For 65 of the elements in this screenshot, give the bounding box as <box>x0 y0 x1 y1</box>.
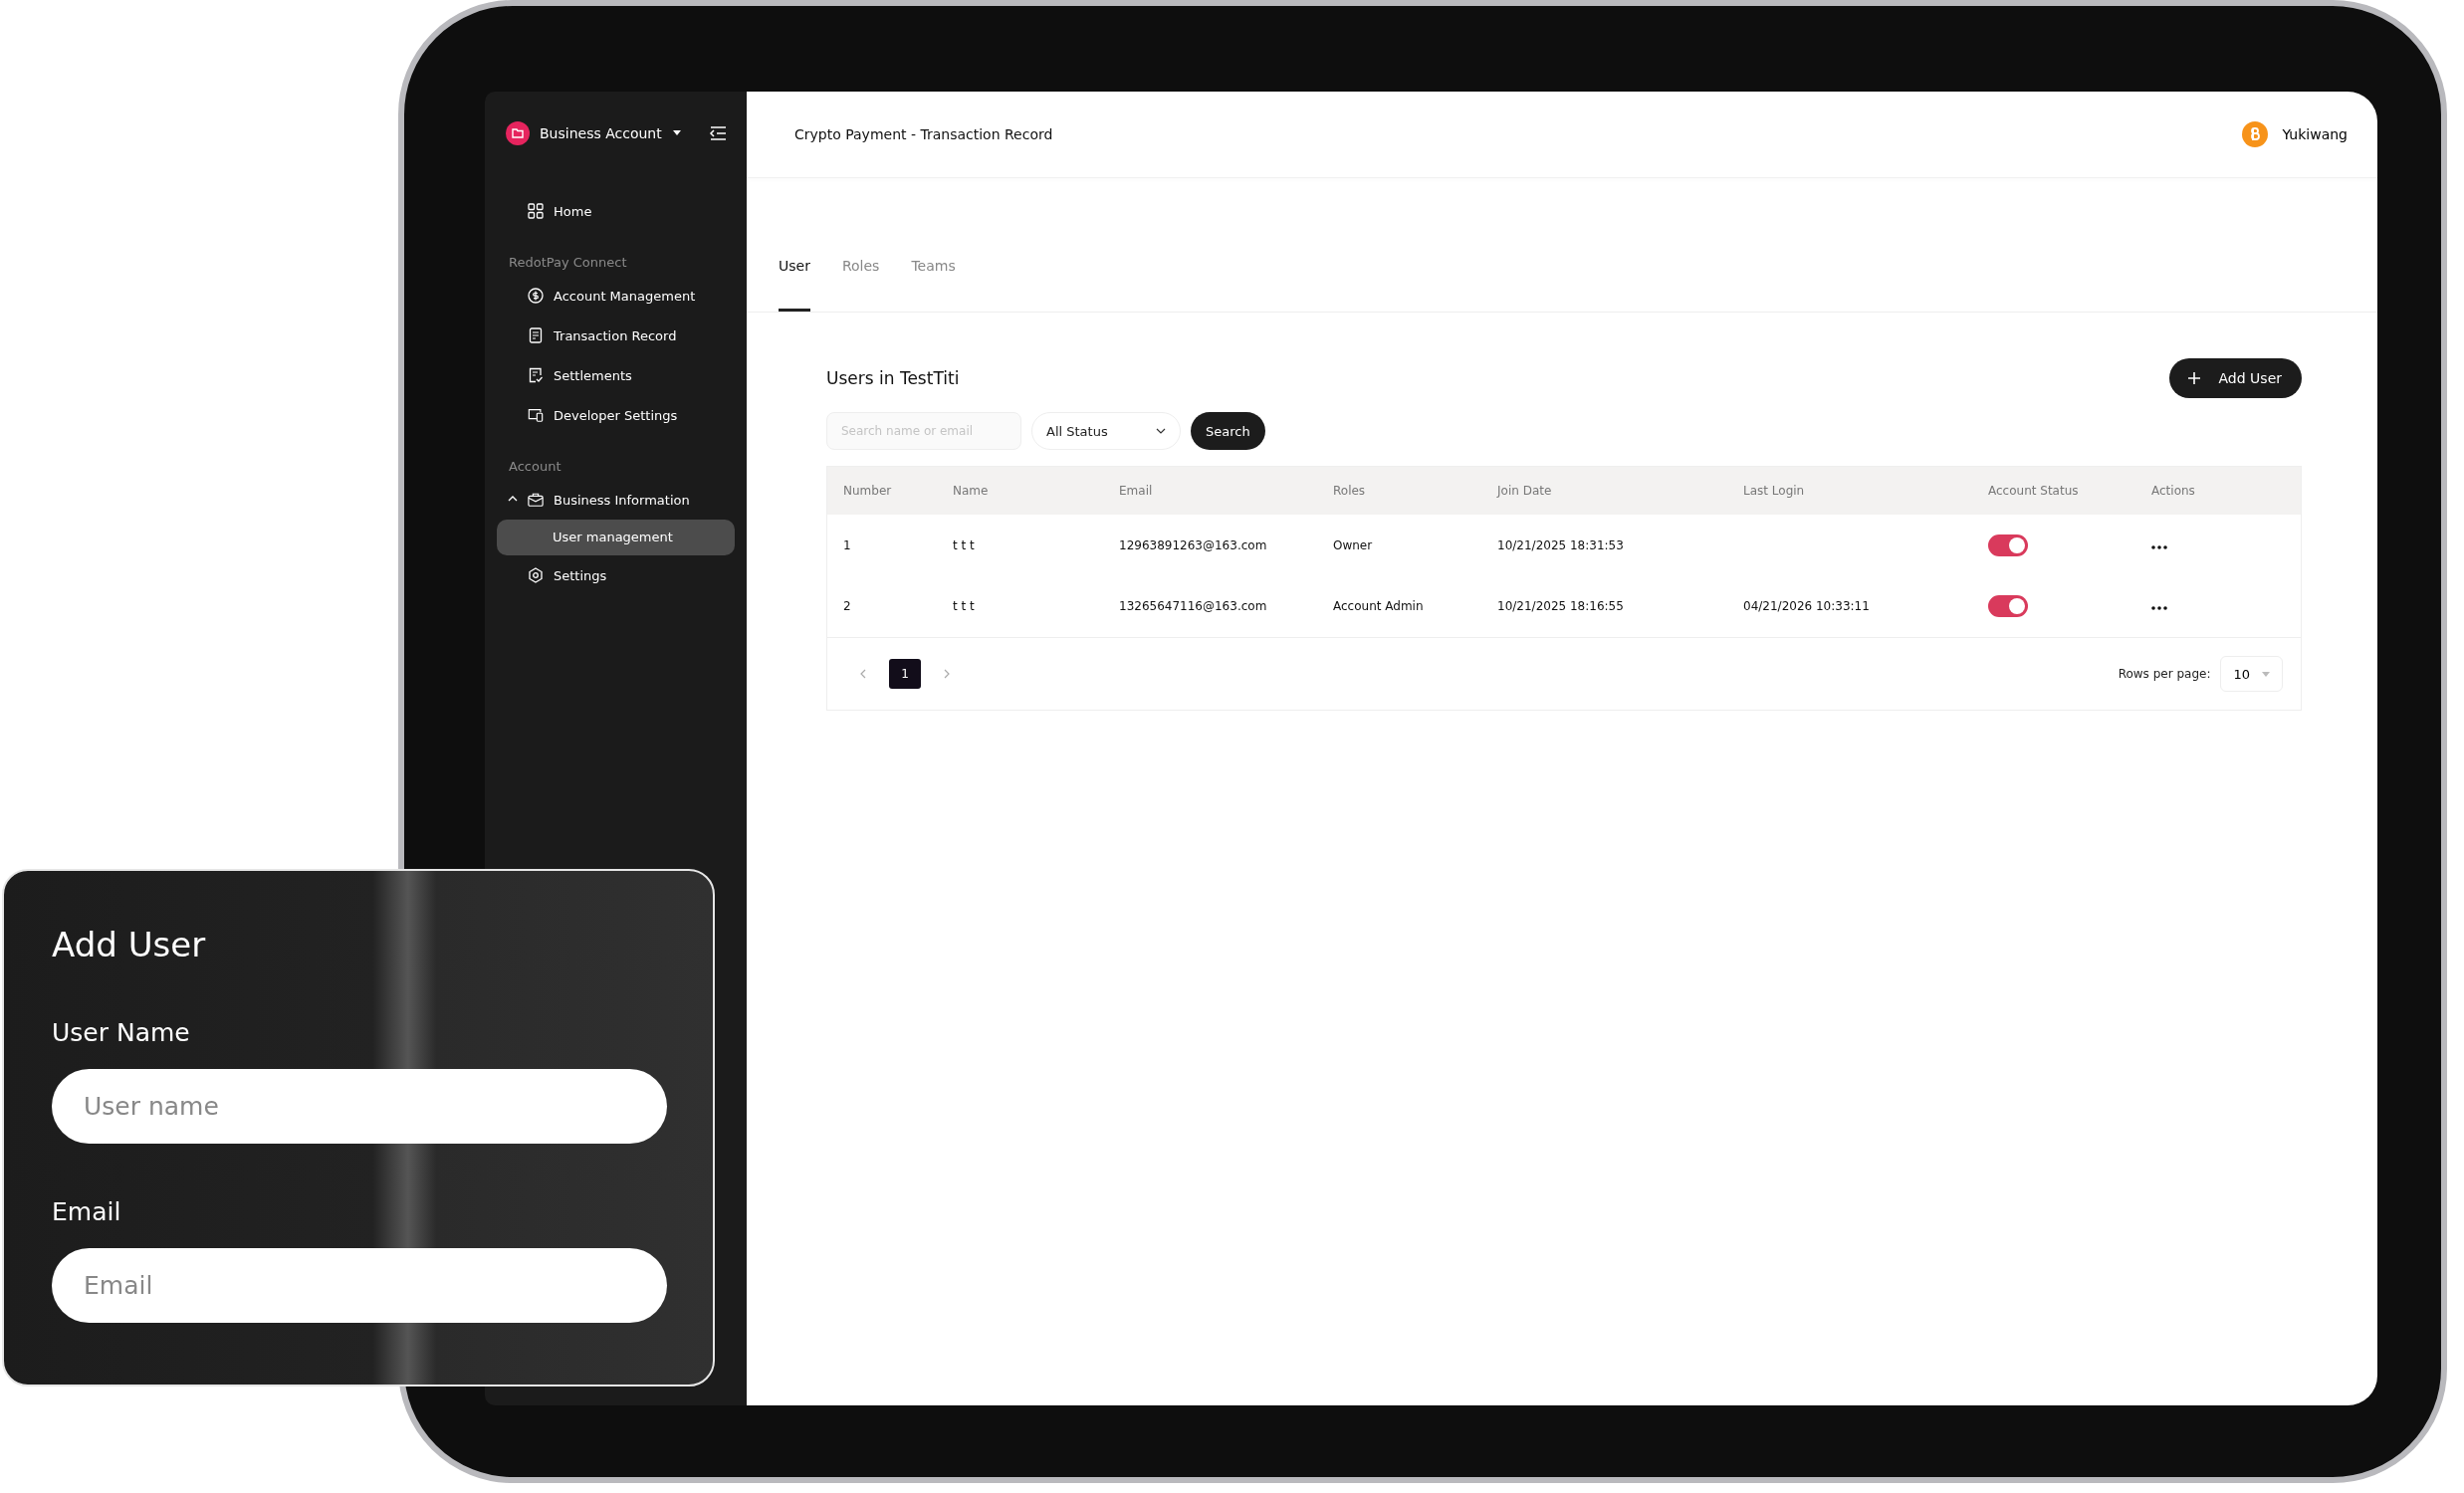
table-cell: 04/21/2026 10:33:11 <box>1743 599 1870 613</box>
field-label: User Name <box>52 1018 191 1047</box>
coin-icon <box>2242 121 2269 147</box>
page-button[interactable]: 1 <box>889 659 921 689</box>
rows-per-page-label: Rows per page: <box>2118 667 2211 681</box>
table-cell-text: 2 <box>843 599 852 613</box>
table-cell-text: 10/21/2025 18:16:55 <box>1497 599 1625 613</box>
add-user-button[interactable]: Add User <box>2168 358 2302 398</box>
card-title: Add User <box>52 925 207 964</box>
more-icon[interactable] <box>2151 606 2167 610</box>
column-header: Account Status <box>1988 484 2080 498</box>
tab[interactable]: Roles <box>841 258 880 312</box>
sidebar-item[interactable]: Developer Settings <box>499 395 733 435</box>
table-cell-text: Account Admin <box>1333 599 1425 613</box>
checklist-icon <box>528 367 544 383</box>
account-switcher[interactable]: Business Account <box>540 125 662 141</box>
chevron-icon[interactable] <box>508 495 518 503</box>
table-cell-text: 10/21/2025 18:31:53 <box>1497 537 1625 552</box>
sidebar-item[interactable]: Settlements <box>499 355 733 395</box>
column-header: Email <box>1119 484 1154 498</box>
caret-icon <box>2262 671 2270 677</box>
sidebar-item[interactable]: Transaction Record <box>499 316 733 355</box>
field-label: Email <box>52 1197 122 1226</box>
column-header: Actions <box>2151 484 2196 498</box>
section-title: Users in TestTiti <box>826 368 960 388</box>
rows-per-page-dropdown[interactable]: 10 <box>2220 656 2283 692</box>
status-toggle[interactable] <box>1988 533 2028 556</box>
sidebar-item[interactable]: Account Management <box>499 276 733 316</box>
sidebar-item[interactable]: Home <box>499 191 733 231</box>
caret-icon[interactable] <box>671 129 682 137</box>
tab[interactable]: Teams <box>911 258 956 312</box>
status-toggle[interactable] <box>1988 595 2028 617</box>
sidebar-item[interactable]: Settings <box>499 555 733 595</box>
table-cell-text: Owner <box>1333 537 1374 552</box>
table-cell-text: 1 <box>843 537 852 552</box>
section-heading: Account <box>508 459 562 474</box>
table-cell-text: t t t <box>953 537 976 552</box>
plus-icon <box>2186 371 2201 385</box>
input-field[interactable]: Email <box>52 1248 667 1323</box>
more-icon[interactable] <box>2151 544 2167 549</box>
folder-icon <box>506 121 530 145</box>
column-header: Join Date <box>1497 484 1553 498</box>
dollar-icon <box>528 288 544 304</box>
table-cell-text: t t t <box>953 599 976 613</box>
column-header: Number <box>843 484 893 498</box>
sidebar-subitem[interactable]: User management <box>497 520 735 555</box>
briefcase-icon <box>528 492 544 508</box>
chevron-down-icon <box>1156 428 1166 434</box>
settings-icon <box>528 567 544 583</box>
table-cell-text: 13265647116@163.com <box>1119 599 1268 613</box>
page-title: Crypto Payment - Transaction Record <box>794 126 1053 142</box>
section-heading: RedotPay Connect <box>508 255 628 270</box>
grid-icon <box>528 203 544 219</box>
document-icon <box>528 327 544 343</box>
search-button[interactable]: Search <box>1191 412 1265 450</box>
devices-icon <box>528 407 544 423</box>
column-header: Roles <box>1333 484 1367 498</box>
user-name[interactable]: Yukiwang <box>2282 126 2348 142</box>
tab[interactable]: User <box>779 258 810 312</box>
table-cell-text: 12963891263@163.com <box>1119 537 1268 552</box>
column-header: Name <box>953 484 990 498</box>
menu-icon[interactable] <box>709 125 727 141</box>
column-header: Last Login <box>1743 484 1806 498</box>
input-field[interactable]: User name <box>52 1069 667 1144</box>
sidebar-item[interactable]: Business Information <box>499 480 733 520</box>
